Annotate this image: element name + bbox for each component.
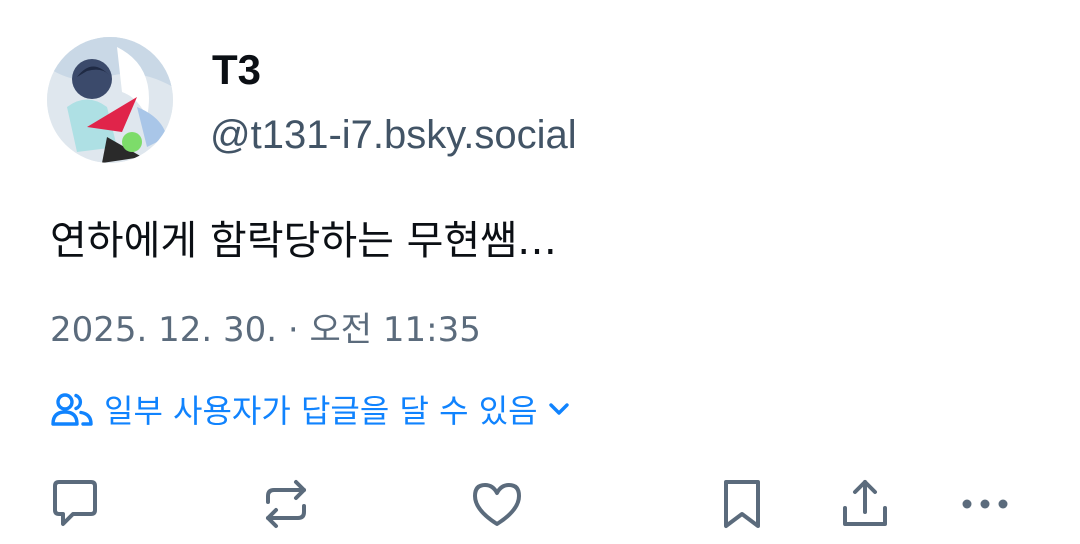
avatar-image bbox=[47, 37, 173, 163]
post-timestamp: 2025. 12. 30. · 오전 11:35 bbox=[50, 310, 481, 350]
bookmark-button[interactable] bbox=[712, 474, 772, 534]
author-display-name[interactable]: T3 bbox=[212, 44, 261, 96]
reply-setting-button[interactable]: 일부 사용자가 답글을 달 수 있음 bbox=[50, 384, 570, 434]
people-icon bbox=[51, 393, 93, 426]
comment-icon bbox=[53, 480, 97, 526]
reply-button[interactable] bbox=[45, 474, 105, 534]
more-icon bbox=[962, 499, 1008, 509]
repost-button[interactable] bbox=[256, 474, 316, 534]
post-text: 연하에게 함락당하는 무현쌤… bbox=[50, 218, 558, 264]
heart-icon bbox=[473, 483, 521, 526]
more-button[interactable] bbox=[955, 474, 1015, 534]
bookmark-icon bbox=[724, 480, 760, 528]
chevron-down-icon bbox=[548, 403, 569, 415]
share-button[interactable] bbox=[835, 474, 895, 534]
reply-setting-label: 일부 사용자가 답글을 달 수 있음 bbox=[104, 392, 538, 430]
share-icon bbox=[843, 480, 887, 526]
avatar[interactable] bbox=[47, 37, 173, 163]
like-button[interactable] bbox=[467, 474, 527, 534]
repost-icon bbox=[266, 480, 306, 528]
author-handle[interactable]: @t131-i7.bsky.social bbox=[210, 110, 577, 160]
